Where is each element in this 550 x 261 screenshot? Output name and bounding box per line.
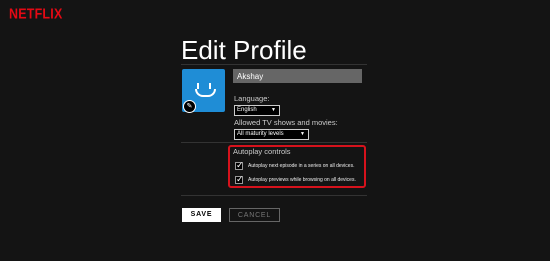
chevron-down-icon: ▼ [271, 107, 276, 113]
netflix-logo[interactable]: NETFLIX [9, 6, 62, 22]
language-select-value: English [237, 107, 257, 113]
language-label: Language: [234, 94, 270, 103]
avatar-mouth [195, 89, 216, 97]
page-title: Edit Profile [181, 35, 307, 65]
language-select[interactable]: English ▼ [234, 105, 280, 116]
save-button[interactable]: SAVE [182, 208, 221, 222]
autoplay-previews-checkbox[interactable]: ✓ [235, 174, 244, 184]
maturity-label: Allowed TV shows and movies: [234, 118, 338, 127]
maturity-select-value: All maturity levels [237, 131, 284, 137]
bottom-divider [181, 195, 367, 196]
pencil-icon[interactable]: ✎ [183, 100, 196, 113]
title-divider [181, 64, 367, 65]
autoplay-next-episode-label: Autoplay next episode in a series on all… [248, 163, 355, 169]
autoplay-controls-title: Autoplay controls [233, 147, 291, 156]
checkmark-icon: ✓ [236, 160, 244, 170]
section-divider [181, 142, 367, 143]
autoplay-next-episode-checkbox[interactable]: ✓ [235, 160, 244, 170]
checkmark-icon: ✓ [236, 174, 244, 184]
chevron-down-icon: ▼ [300, 131, 305, 137]
cancel-button[interactable]: CANCEL [229, 208, 280, 222]
profile-name-input[interactable] [233, 69, 362, 83]
autoplay-previews-label: Autoplay previews while browsing on all … [248, 177, 356, 183]
maturity-select[interactable]: All maturity levels ▼ [234, 129, 309, 140]
